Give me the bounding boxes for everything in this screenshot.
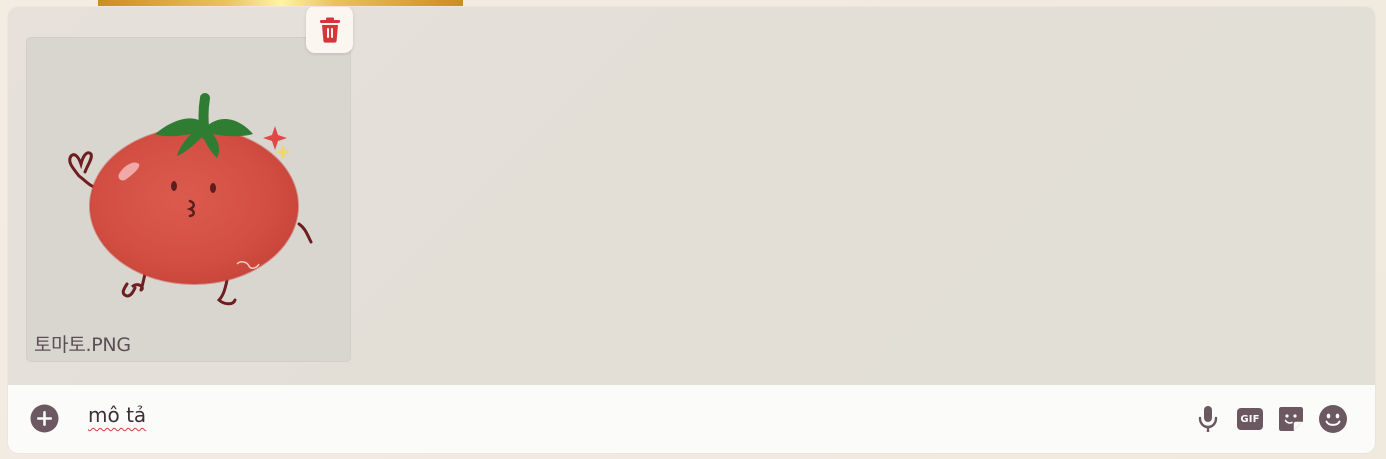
tomato-image-preview	[68, 93, 313, 306]
message-text: mô tả	[88, 403, 147, 427]
delete-attachment-button[interactable]	[306, 7, 353, 53]
gif-label: GIF	[1240, 413, 1260, 425]
attachment-filename: 토마토.PNG	[34, 334, 131, 356]
attachment-card[interactable]: 토마토.PNG	[26, 37, 351, 362]
attachment-tray: 토마토.PNG	[8, 7, 1375, 385]
trash-icon	[319, 17, 340, 43]
message-composer: 토마토.PNG mô tả GIF	[8, 7, 1375, 453]
gif-button[interactable]: GIF	[1235, 404, 1265, 434]
message-input[interactable]: mô tả	[88, 403, 1168, 435]
sticker-icon	[1279, 407, 1303, 431]
sticker-button[interactable]	[1276, 404, 1306, 434]
previous-image-strip	[98, 0, 463, 6]
microphone-icon	[1198, 406, 1218, 432]
emoji-button[interactable]	[1318, 404, 1348, 434]
microphone-button[interactable]	[1193, 404, 1223, 434]
plus-icon[interactable]	[29, 403, 60, 434]
message-input-bar: mô tả GIF	[8, 385, 1375, 453]
emoji-icon	[1319, 405, 1347, 433]
